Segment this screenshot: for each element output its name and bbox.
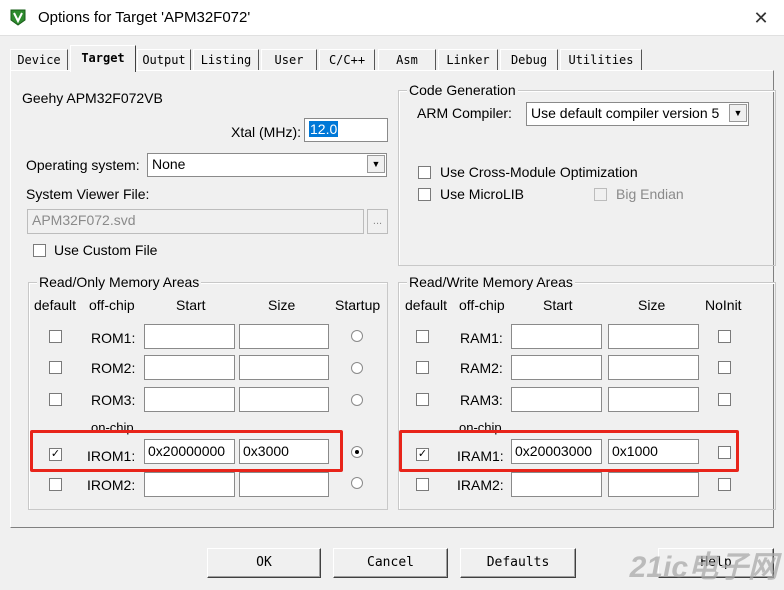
os-select[interactable]: None ▼: [147, 153, 387, 177]
big-endian-checkbox[interactable]: [594, 188, 607, 201]
close-button[interactable]: ✕: [748, 6, 774, 30]
ram2-start-input[interactable]: [511, 355, 602, 380]
microlib-label: Use MicroLIB: [440, 186, 525, 202]
rom1-default-checkbox[interactable]: [49, 330, 62, 343]
irom2-default-checkbox[interactable]: [49, 478, 62, 491]
rom3-size-input[interactable]: [239, 387, 329, 412]
rom3-default-checkbox[interactable]: [49, 393, 62, 406]
rom1-start-input[interactable]: [144, 324, 235, 349]
device-name: Geehy APM32F072VB: [22, 90, 163, 106]
rom-header-startup: Startup: [335, 297, 381, 313]
irom1-startup-radio[interactable]: [351, 446, 363, 458]
iram2-noinit-checkbox[interactable]: [718, 478, 731, 491]
irom2-startup-radio[interactable]: [351, 477, 363, 489]
tab-c-cpp[interactable]: C/C++: [319, 49, 375, 71]
rom1-size-input[interactable]: [239, 324, 329, 349]
ram-header-noinit: NoInit: [705, 297, 742, 313]
iram1-highlight-box: [399, 430, 739, 472]
tab-debug[interactable]: Debug: [500, 49, 558, 71]
chevron-down-icon: ▼: [367, 155, 385, 173]
tab-linker[interactable]: Linker: [438, 49, 498, 71]
rom-header-offchip: off-chip: [89, 297, 135, 313]
ram-group-title: Read/Write Memory Areas: [407, 274, 575, 290]
tab-utilities[interactable]: Utilities: [560, 49, 642, 71]
svd-browse-button[interactable]: ...: [367, 209, 388, 234]
arm-compiler-select[interactable]: Use default compiler version 5 ▼: [526, 102, 749, 126]
rom-group-title: Read/Only Memory Areas: [37, 274, 202, 290]
rom3-label: ROM3:: [91, 392, 136, 408]
ok-button[interactable]: OK: [207, 548, 321, 578]
irom2-label: IROM2:: [87, 477, 136, 493]
ram-header-offchip: off-chip: [459, 297, 505, 313]
svd-label: System Viewer File:: [26, 186, 150, 202]
os-label: Operating system:: [26, 157, 140, 173]
arm-compiler-label: ARM Compiler:: [417, 105, 512, 121]
ram3-start-input[interactable]: [511, 387, 602, 412]
iram2-default-checkbox[interactable]: [416, 478, 429, 491]
ram2-label: RAM2:: [460, 360, 503, 376]
tab-output[interactable]: Output: [137, 49, 191, 71]
defaults-button[interactable]: Defaults: [460, 548, 576, 578]
rom3-start-input[interactable]: [144, 387, 235, 412]
ram1-default-checkbox[interactable]: [416, 330, 429, 343]
rom2-size-input[interactable]: [239, 355, 329, 380]
rom3-startup-radio[interactable]: [351, 394, 363, 406]
ram3-size-input[interactable]: [608, 387, 699, 412]
ram1-start-input[interactable]: [511, 324, 602, 349]
xtal-value: 12.0: [309, 121, 339, 137]
ram3-noinit-checkbox[interactable]: [718, 393, 731, 406]
use-custom-file-checkbox[interactable]: [33, 244, 46, 257]
ram2-size-input[interactable]: [608, 355, 699, 380]
iram2-label: IRAM2:: [457, 477, 504, 493]
cross-module-label: Use Cross-Module Optimization: [440, 164, 638, 180]
irom2-size-input[interactable]: [239, 472, 329, 497]
title-bar: Options for Target 'APM32F072' ✕: [0, 0, 784, 36]
tab-user[interactable]: User: [261, 49, 317, 71]
rom2-label: ROM2:: [91, 360, 136, 376]
tab-device[interactable]: Device: [10, 49, 68, 71]
window-title: Options for Target 'APM32F072': [38, 9, 251, 26]
keil-app-icon: [10, 9, 26, 26]
big-endian-label: Big Endian: [616, 186, 684, 202]
ram-header-start: Start: [543, 297, 573, 313]
ram-header-default: default: [405, 297, 448, 313]
irom1-highlight-box: [30, 430, 343, 472]
ram3-label: RAM3:: [460, 392, 503, 408]
rom2-start-input[interactable]: [144, 355, 235, 380]
ram2-noinit-checkbox[interactable]: [718, 361, 731, 374]
watermark-logo: 21ic电子网: [629, 551, 778, 584]
tab-target[interactable]: Target: [70, 45, 136, 72]
irom2-start-input[interactable]: [144, 472, 235, 497]
cross-module-checkbox[interactable]: [418, 166, 431, 179]
tab-asm[interactable]: Asm: [378, 49, 436, 71]
os-value: None: [152, 156, 186, 172]
rom-header-start: Start: [176, 297, 206, 313]
ram-header-size: Size: [638, 297, 666, 313]
rom-header-default: default: [34, 297, 77, 313]
ram1-label: RAM1:: [460, 330, 503, 346]
ram3-default-checkbox[interactable]: [416, 393, 429, 406]
iram2-start-input[interactable]: [511, 472, 602, 497]
svd-value: APM32F072.svd: [32, 212, 136, 228]
ram2-default-checkbox[interactable]: [416, 361, 429, 374]
xtal-input[interactable]: 12.0: [304, 118, 388, 142]
rom-header-size: Size: [268, 297, 296, 313]
rom1-startup-radio[interactable]: [351, 330, 363, 342]
ram1-noinit-checkbox[interactable]: [718, 330, 731, 343]
xtal-label: Xtal (MHz):: [231, 124, 301, 140]
rom2-startup-radio[interactable]: [351, 362, 363, 374]
rom2-default-checkbox[interactable]: [49, 361, 62, 374]
iram2-size-input[interactable]: [608, 472, 699, 497]
rom1-label: ROM1:: [91, 330, 136, 346]
use-custom-file-label: Use Custom File: [54, 242, 158, 258]
tab-listing[interactable]: Listing: [193, 49, 259, 71]
cancel-button[interactable]: Cancel: [333, 548, 448, 578]
code-generation-title: Code Generation: [407, 82, 518, 98]
svd-input[interactable]: APM32F072.svd: [27, 209, 364, 234]
arm-compiler-value: Use default compiler version 5: [531, 105, 720, 121]
ram1-size-input[interactable]: [608, 324, 699, 349]
microlib-checkbox[interactable]: [418, 188, 431, 201]
chevron-down-icon: ▼: [729, 104, 747, 122]
